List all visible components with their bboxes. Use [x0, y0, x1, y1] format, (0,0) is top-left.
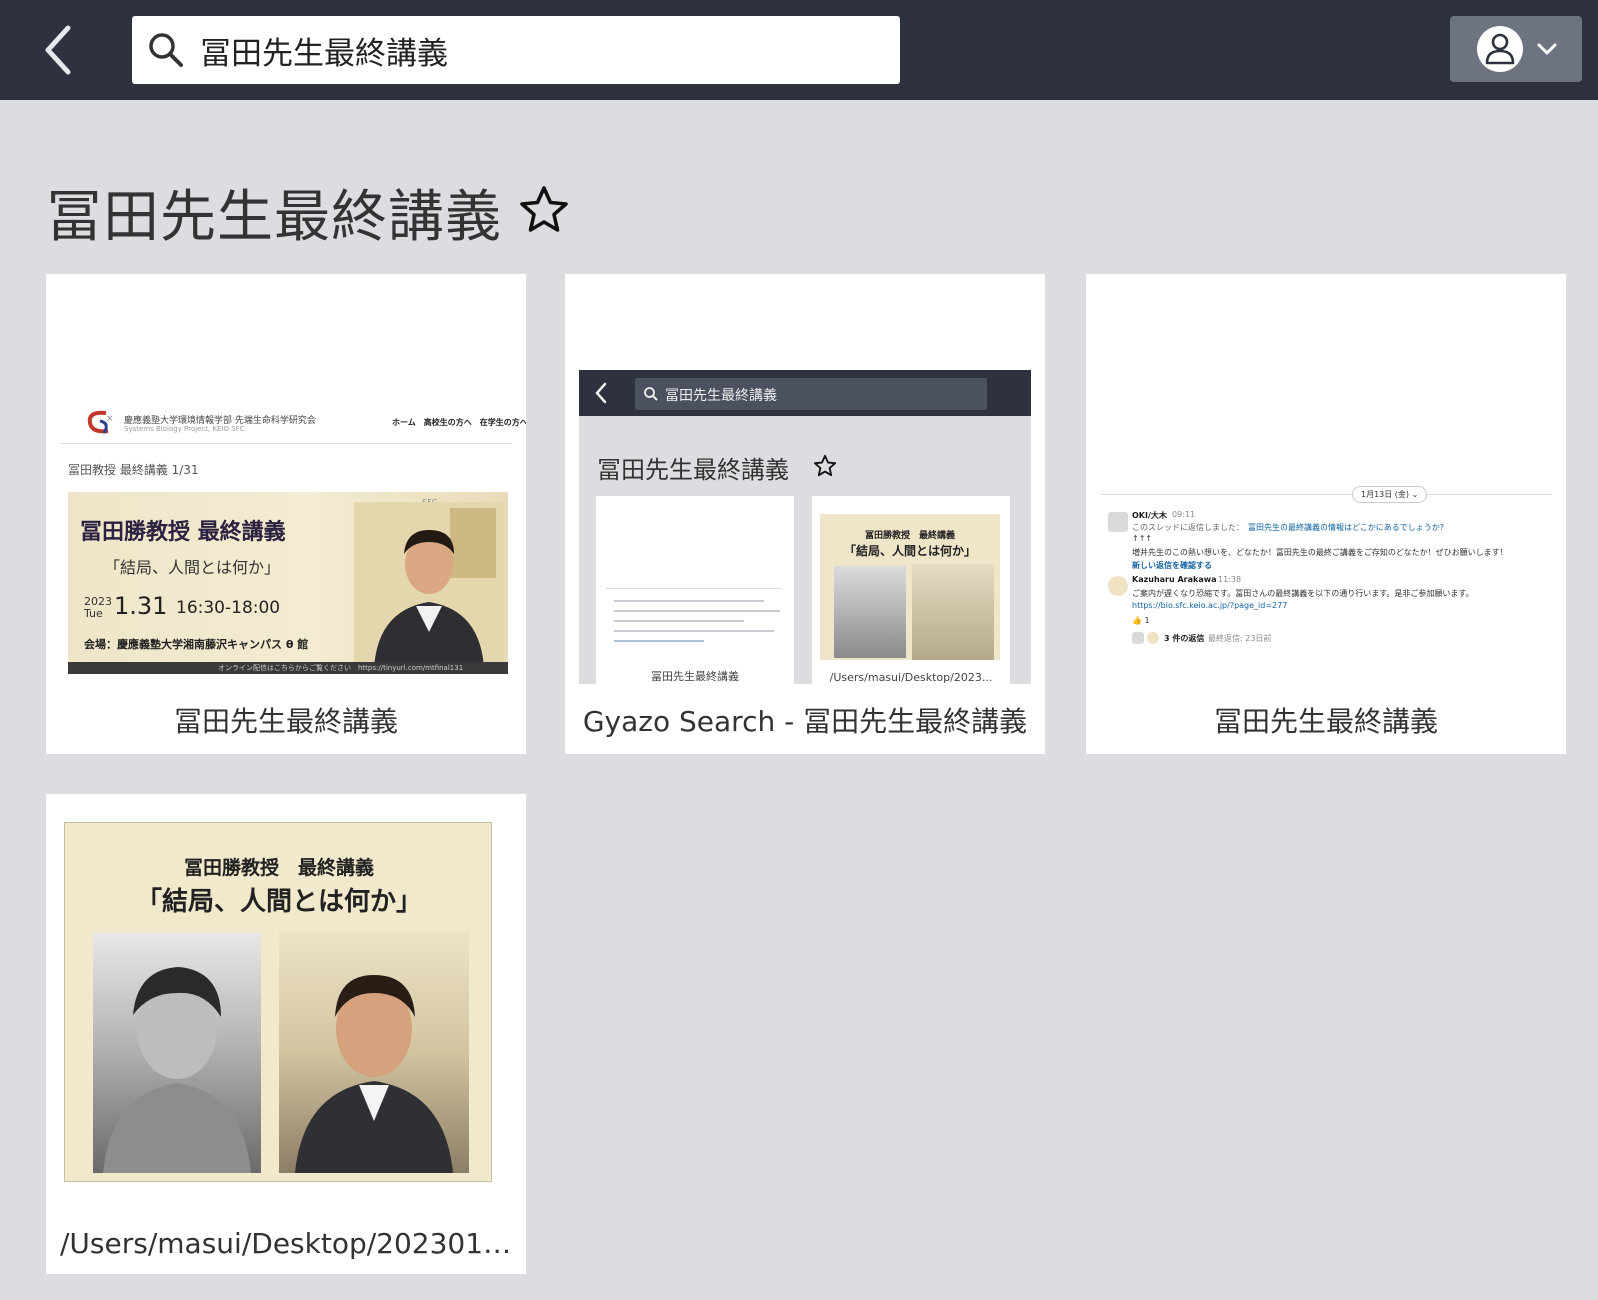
message-text: ご案内が遅くなり恐縮です。冨田さんの最終講義を以下の通り行います。是非ご参加願い…: [1132, 589, 1474, 598]
banner-venue: 会場：慶應義塾大学湘南藤沢キャンパス θ 館: [84, 638, 309, 651]
mini-card-caption: 冨田先生最終講義: [651, 670, 739, 683]
message-arrows: ↑↑↑: [1132, 534, 1153, 543]
result-card[interactable]: × 慶應義塾大学環境情報学部 先端生命科学研究会 Systems Biology…: [46, 274, 526, 754]
mini-young-photo: [834, 566, 906, 658]
favorite-button[interactable]: [518, 184, 570, 236]
avatar: [1108, 512, 1128, 532]
mini-poster: 冨田勝教授 最終講義 「結局、人間とは何か」: [820, 514, 1000, 660]
gyazo-screenshot: 冨田先生最終講義 冨田先生最終講義 冨田先生最終講義 冨田勝教授 最終講義 「結…: [579, 370, 1031, 684]
lecture-subtitle: 冨田教授 最終講義 1/31: [68, 463, 199, 477]
mini-top-bar: 冨田先生最終講義: [579, 370, 1031, 416]
mini-poster-line2: 「結局、人間とは何か」: [843, 544, 976, 558]
message-time: 09:11: [1172, 510, 1196, 519]
reaction: 👍 1: [1132, 616, 1150, 625]
mini-card: 冨田勝教授 最終講義 「結局、人間とは何か」 /Users/masui/Desk…: [812, 496, 1010, 684]
card-caption: /Users/masui/Desktop/202301_...: [60, 1227, 516, 1260]
avatar: [1108, 576, 1128, 596]
mini-link-line: [614, 640, 704, 642]
star-outline-icon: [813, 454, 837, 477]
chevron-left-icon: [45, 25, 71, 75]
chevron-down-icon: [1537, 43, 1557, 55]
replies-count: 3 件の返信: [1164, 634, 1205, 643]
mini-divider: [606, 588, 782, 589]
avatar: [1147, 632, 1159, 644]
user-avatar-icon: [1477, 26, 1523, 72]
card-thumbnail: 冨田先生最終講義 冨田先生最終講義 冨田先生最終講義 冨田勝教授 最終講義 「結…: [565, 274, 1045, 684]
divider: [60, 443, 512, 444]
reply-link: 冨田先生の最終講義の情報はどこかにあるでしょうか?: [1248, 523, 1445, 532]
mini-card-caption: /Users/masui/Desktop/2023...: [829, 671, 993, 684]
org-subtitle: Systems Biology Project, KEIO SFC: [124, 425, 245, 433]
recent-portrait: [295, 975, 453, 1173]
card-caption: 冨田先生最終講義: [173, 705, 398, 738]
slack-thread-screenshot: 1月13日 (金) ⌄ OKI/大木 09:11 このスレッドに返信しました： …: [1100, 482, 1552, 652]
reply-prefix: このスレッドに返信しました：: [1132, 523, 1244, 532]
result-card[interactable]: 冨田先生最終講義 冨田先生最終講義 冨田先生最終講義 冨田勝教授 最終講義 「結…: [565, 274, 1045, 754]
result-card[interactable]: 冨田勝教授 最終講義 「結局、人間とは何か」 /Users/masui/Desk…: [46, 794, 526, 1274]
banner-footer: オンライン配信はこちらからご覧ください https://tinyurl.com/…: [68, 662, 508, 674]
lecture-banner: SFC 冨田勝教授 最終講義 「結局、人間とは何か」 2023 Tue 1.31…: [68, 492, 508, 674]
mini-text-line: [614, 610, 780, 612]
date-divider: [1100, 494, 1552, 495]
card-thumbnail: 冨田勝教授 最終講義 「結局、人間とは何か」: [46, 794, 526, 1204]
poster-line2: 「結局、人間とは何か」: [135, 887, 422, 917]
message-author: OKI/大木: [1132, 511, 1167, 520]
see-new-replies: 新しい返信を確認する: [1132, 561, 1212, 570]
card-caption: 冨田先生最終講義: [1213, 705, 1438, 738]
card-thumbnail: × 慶應義塾大学環境情報学部 先端生命科学研究会 Systems Biology…: [46, 274, 526, 684]
mini-poster-line1: 冨田勝教授 最終講義: [864, 531, 955, 541]
card-caption: Gyazo Search - 冨田先生最終講義: [582, 705, 1028, 738]
mini-recent-photo: [912, 564, 994, 660]
back-button[interactable]: [36, 20, 86, 80]
banner-subtitle: 「結局、人間とは何か」: [104, 558, 281, 577]
mini-search-text: 冨田先生最終講義: [665, 388, 777, 404]
mini-search-box: 冨田先生最終講義: [635, 378, 987, 410]
poster-line1: 冨田勝教授 最終講義: [183, 857, 374, 879]
young-photo: [93, 933, 261, 1173]
lab-logo-icon: ×: [87, 410, 114, 434]
svg-text:×: ×: [106, 414, 114, 424]
user-menu-button[interactable]: [1450, 16, 1582, 82]
mini-page-title: 冨田先生最終講義: [597, 456, 789, 484]
banner-year: 2023 Tue: [84, 596, 112, 620]
message-author: Kazuharu Arakawa: [1132, 575, 1217, 584]
page-title: 冨田先生最終講義: [46, 185, 502, 250]
avatar: [1132, 632, 1144, 644]
top-bar: [0, 0, 1598, 100]
mini-text-line: [614, 620, 744, 622]
mini-text-line: [614, 630, 774, 632]
chevron-left-icon: [595, 382, 607, 404]
date-pill: 1月13日 (金) ⌄: [1352, 486, 1428, 503]
lecture-poster: 冨田勝教授 最終講義 「結局、人間とは何か」: [64, 822, 492, 1182]
star-outline-icon: [520, 186, 568, 232]
message-time: 11:38: [1218, 575, 1242, 584]
search-input[interactable]: [200, 24, 880, 76]
mini-text-line: [614, 600, 764, 602]
message-text: 増井先生のこの熱い想いを、どなたか！冨田先生の最終ご講義をご存知のどなたか！ぜひ…: [1132, 548, 1508, 557]
last-reply: 最終返信: 23日前: [1208, 634, 1272, 643]
magnifier-icon: [149, 33, 183, 67]
search-box[interactable]: [132, 16, 900, 84]
result-card[interactable]: 1月13日 (金) ⌄ OKI/大木 09:11 このスレッドに返信しました： …: [1086, 274, 1566, 754]
banner-time: 16:30-18:00: [176, 598, 281, 618]
magnifier-icon: [644, 387, 658, 401]
professor-photo: [354, 502, 504, 668]
weekday-text: Tue: [84, 607, 103, 620]
mini-card: 冨田先生最終講義: [596, 496, 794, 684]
site-nav: ホーム 高校生の方へ 在学生の方へ: [392, 418, 526, 427]
recent-photo: [279, 931, 469, 1173]
card-thumbnail: 1月13日 (金) ⌄ OKI/大木 09:11 このスレッドに返信しました： …: [1086, 274, 1566, 684]
banner-date: 1.31: [114, 592, 168, 620]
lecture-page-screenshot: × 慶應義塾大学環境情報学部 先端生命科学研究会 Systems Biology…: [60, 399, 526, 684]
young-portrait: [103, 967, 251, 1173]
message-link: https://bio.sfc.keio.ac.jp/?page_id=277: [1132, 601, 1288, 610]
banner-title: 冨田勝教授 最終講義: [80, 520, 286, 545]
